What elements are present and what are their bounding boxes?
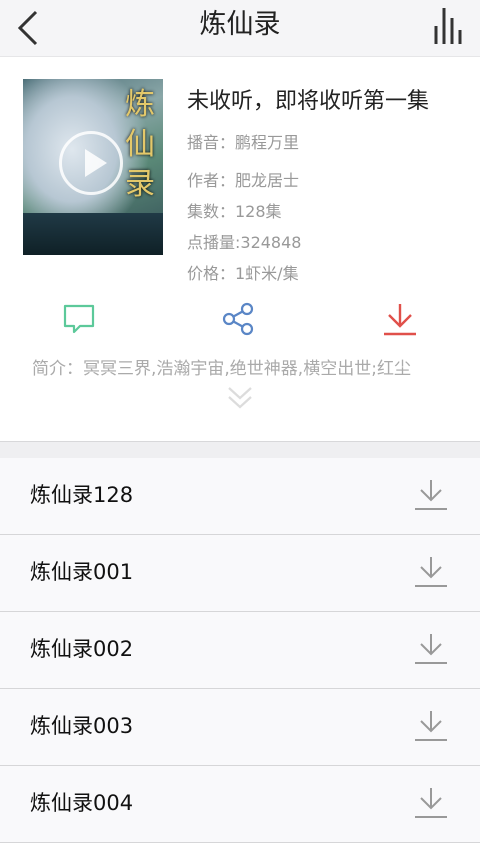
price: 价格：1虾米/集: [187, 264, 299, 283]
download-icon[interactable]: [414, 478, 448, 512]
download-all-button[interactable]: [382, 301, 418, 337]
section-divider: [0, 441, 480, 459]
comment-button[interactable]: [61, 301, 97, 337]
share-button[interactable]: [220, 301, 256, 337]
episode-title: 炼仙录003: [30, 714, 134, 738]
list-item[interactable]: 炼仙录002: [0, 612, 480, 689]
list-item[interactable]: 炼仙录004: [0, 766, 480, 843]
episode-count: 集数：128集: [187, 202, 282, 221]
double-chevron-down-icon: [228, 387, 252, 409]
now-playing-button[interactable]: [432, 6, 468, 46]
expand-intro-button[interactable]: [226, 385, 254, 411]
download-icon[interactable]: [414, 555, 448, 589]
episode-title: 炼仙录004: [30, 791, 134, 815]
play-icon[interactable]: [59, 131, 123, 195]
download-icon[interactable]: [414, 632, 448, 666]
book-intro: 简介：冥冥三界,浩瀚宇宙,绝世神器,横空出世;红尘: [32, 359, 411, 378]
episode-title: 炼仙录002: [30, 637, 134, 661]
episode-title: 炼仙录128: [30, 483, 134, 507]
download-icon[interactable]: [414, 709, 448, 743]
episode-title: 炼仙录001: [30, 560, 134, 584]
equalizer-icon: [434, 8, 462, 44]
top-bar: 炼仙录: [0, 0, 480, 57]
narrator: 播音：鹏程万里: [187, 133, 300, 152]
list-item[interactable]: 炼仙录001: [0, 535, 480, 612]
list-item[interactable]: 炼仙录128: [0, 458, 480, 535]
cover-band: [23, 213, 163, 255]
share-icon: [222, 302, 254, 336]
page-title: 炼仙录: [199, 9, 281, 40]
listen-status: 未收听，即将收听第一集: [187, 89, 430, 114]
cover-title: 炼仙录: [125, 87, 155, 202]
book-cover[interactable]: 炼仙录: [23, 79, 163, 255]
download-icon[interactable]: [414, 786, 448, 820]
list-item[interactable]: 炼仙录003: [0, 689, 480, 766]
play-count: 点播量:324848: [187, 233, 302, 252]
download-icon: [384, 304, 416, 336]
episode-list: 炼仙录128 炼仙录001 炼仙录002 炼仙录003 炼仙录004: [0, 458, 480, 843]
book-info-panel: 炼仙录 未收听，即将收听第一集 播音：鹏程万里 作者：肥龙居士 集数：128集 …: [0, 57, 480, 441]
action-bar: [0, 301, 480, 337]
comment-icon: [63, 304, 95, 334]
author: 作者：肥龙居士: [187, 171, 300, 190]
